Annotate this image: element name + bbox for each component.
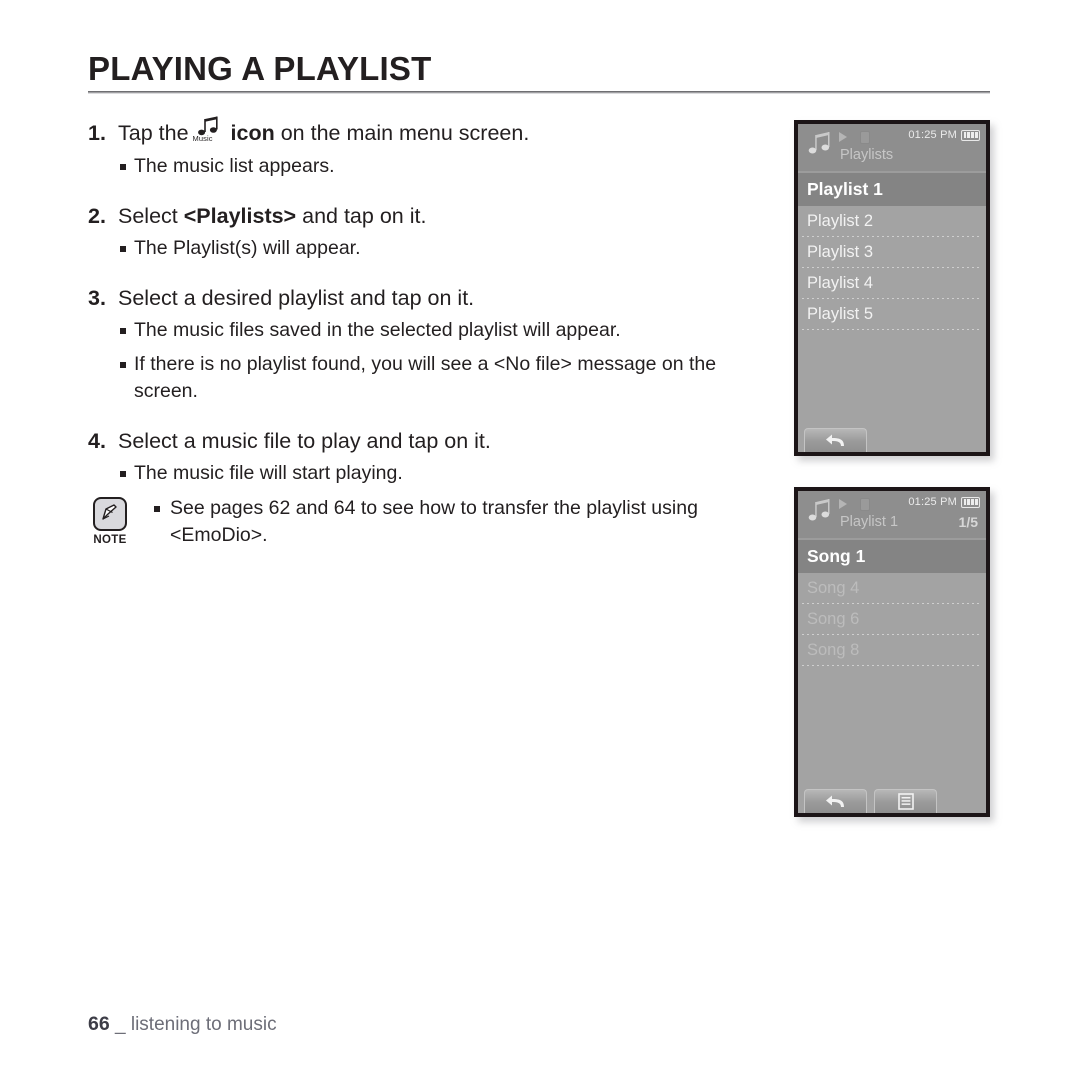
step-2: 2. Select <Playlists> and tap on it. The … — [88, 201, 778, 262]
step-2-text-after: and tap on it. — [302, 204, 427, 228]
list-item[interactable]: Song 1 — [798, 540, 986, 573]
list-item[interactable]: Playlist 5 — [798, 299, 986, 330]
step-4-bullets: The music file will start playing. — [88, 460, 778, 487]
playlist-list: Playlist 1 Playlist 2 Playlist 3 Playlis… — [798, 173, 986, 330]
bullet: The music files saved in the selected pl… — [88, 317, 778, 344]
music-note-icon — [805, 129, 835, 166]
step-1-line: 1. Tap the Music icon on the main menu scre… — [88, 116, 778, 149]
screen: 01:25 PM Playlist 1 1/5 Song 1 Song 4 So… — [798, 491, 986, 813]
step-2-text-before: Select — [118, 204, 178, 228]
battery-full-icon — [961, 496, 980, 508]
back-button[interactable] — [804, 789, 867, 813]
manual-page: PLAYING A PLAYLIST 1. Tap the Music icon on… — [0, 0, 1080, 1080]
screen-title: Playlist 1 — [840, 514, 899, 530]
song-list: Song 1 Song 4 Song 6 Song 8 — [798, 540, 986, 666]
soft-key-bar — [798, 420, 986, 452]
bullet: If there is no playlist found, you will … — [88, 351, 779, 405]
step-2-bullets: The Playlist(s) will appear. — [88, 235, 778, 262]
status-time: 01:25 PM — [908, 496, 957, 508]
note-pen-icon — [93, 497, 127, 531]
lock-icon — [860, 131, 870, 144]
back-arrow-icon — [825, 795, 844, 807]
status-time: 01:25 PM — [908, 129, 957, 141]
step-3-bullets: The music files saved in the selected pl… — [88, 317, 778, 405]
status-bar: 01:25 PM Playlists — [798, 124, 986, 173]
step-1-text-bold: icon — [230, 121, 275, 145]
step-1: 1. Tap the Music icon on the main menu scre… — [88, 116, 778, 180]
step-3-text: Select a desired playlist and tap on it. — [118, 286, 475, 310]
step-2-number: 2. — [88, 204, 106, 228]
note-text: See pages 62 and 64 to see how to transf… — [150, 495, 788, 549]
screen: 01:25 PM Playlists Playlist 1 Playlist 2… — [798, 124, 986, 452]
list-item[interactable]: Playlist 4 — [798, 268, 986, 299]
back-button[interactable] — [804, 428, 867, 452]
play-icon — [839, 132, 847, 142]
step-3-line: 3. Select a desired playlist and tap on i… — [88, 283, 778, 313]
device-playlist-songs-screen: 01:25 PM Playlist 1 1/5 Song 1 Song 4 So… — [794, 487, 990, 817]
step-4: 4. Select a music file to play and tap on… — [88, 426, 778, 487]
battery-full-icon — [961, 129, 980, 141]
step-1-bullets: The music list appears. — [88, 153, 778, 180]
music-note-icon: Music — [192, 116, 226, 149]
music-note-icon — [805, 496, 835, 533]
bullet: The music list appears. — [88, 153, 778, 180]
list-item[interactable]: Song 8 — [798, 635, 986, 666]
bullet: The music file will start playing. — [88, 460, 778, 487]
list-item[interactable]: Song 4 — [798, 573, 986, 604]
menu-button[interactable] — [874, 789, 937, 813]
footer-separator: _ — [114, 1014, 126, 1035]
step-3: 3. Select a desired playlist and tap on i… — [88, 283, 778, 405]
step-4-text: Select a music file to play and tap on i… — [118, 429, 491, 453]
page-footer: 66 _ listening to music — [88, 1013, 277, 1036]
step-1-text-after: on the main menu screen. — [280, 121, 530, 145]
list-item[interactable]: Playlist 1 — [798, 173, 986, 206]
page-number: 66 — [88, 1013, 110, 1035]
step-4-number: 4. — [88, 429, 106, 453]
device-playlists-screen: 01:25 PM Playlists Playlist 1 Playlist 2… — [794, 120, 990, 456]
list-item[interactable]: Playlist 3 — [798, 237, 986, 268]
music-icon-label: Music — [192, 134, 213, 143]
screen-title: Playlists — [840, 147, 894, 163]
track-counter: 1/5 — [958, 514, 978, 530]
step-4-line: 4. Select a music file to play and tap on… — [88, 426, 778, 456]
back-arrow-icon — [825, 434, 844, 446]
bullet: The Playlist(s) will appear. — [88, 235, 778, 262]
list-item[interactable]: Song 6 — [798, 604, 986, 635]
status-bar: 01:25 PM Playlist 1 1/5 — [798, 491, 986, 540]
lock-icon — [860, 498, 870, 511]
footer-section: listening to music — [130, 1014, 277, 1035]
play-icon — [839, 499, 847, 509]
instruction-steps: 1. Tap the Music icon on the main menu scre… — [88, 116, 778, 494]
note-icon-group: NOTE — [88, 497, 132, 546]
step-2-line: 2. Select <Playlists> and tap on it. — [88, 201, 778, 231]
step-1-text-before: Tap the — [118, 121, 189, 145]
step-3-number: 3. — [88, 286, 106, 310]
note-block: NOTE See pages 62 and 64 to see how to t… — [88, 495, 788, 549]
step-1-number: 1. — [88, 121, 106, 145]
page-title: PLAYING A PLAYLIST — [88, 50, 432, 87]
step-2-text-bold: <Playlists> — [183, 204, 297, 228]
note-label: NOTE — [93, 534, 127, 546]
title-divider — [88, 91, 990, 94]
list-item[interactable]: Playlist 2 — [798, 206, 986, 237]
soft-key-bar — [798, 781, 986, 813]
list-menu-icon — [897, 793, 914, 810]
